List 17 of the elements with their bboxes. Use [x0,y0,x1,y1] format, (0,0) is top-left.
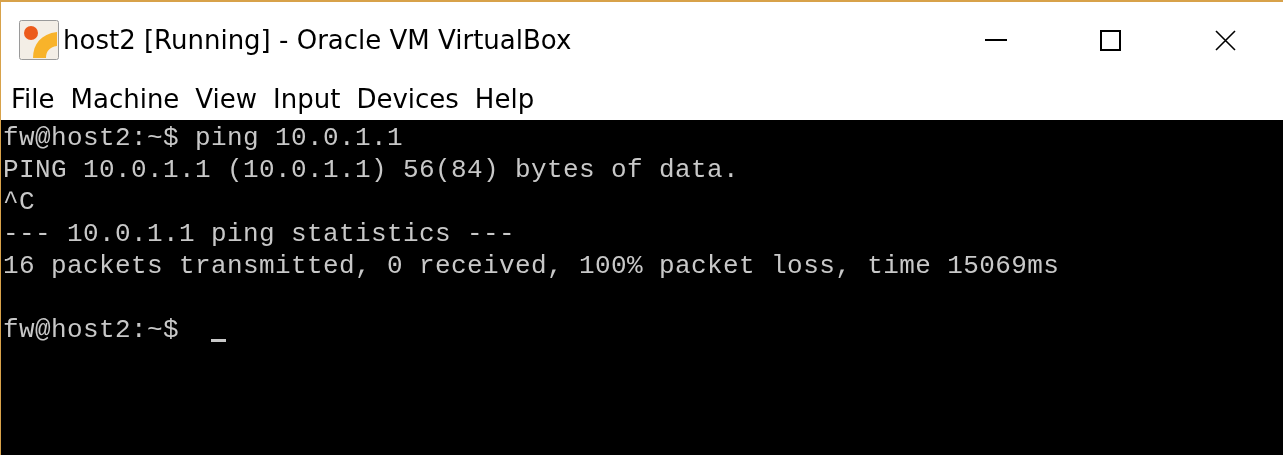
menu-item[interactable]: Devices [348,84,467,114]
menu-item[interactable]: Help [466,84,543,114]
terminal-line: ^C [3,186,35,218]
menu-item[interactable]: File [3,84,63,114]
window-title: host2 [Running] - Oracle VM VirtualBox [63,25,573,55]
close-icon [1215,29,1236,51]
terminal-line: fw@host2:~$ [3,314,181,346]
app-icon [19,20,59,60]
terminal-line: PING 10.0.1.1 (10.0.1.1) 56(84) bytes of data. [3,154,740,186]
menu-item[interactable]: View [187,84,266,114]
menu-item[interactable]: Machine [62,84,188,114]
terminal-line: 16 packets transmitted, 0 received, 100% packet loss, time 15069ms [3,250,1060,282]
menu-item[interactable]: Input [265,84,349,114]
terminal-line: fw@host2:~$ ping 10.0.1.1 [3,122,404,154]
maximize-icon [1100,29,1121,51]
terminal-line: --- 10.0.1.1 ping statistics --- [3,218,516,250]
minimize-icon [984,38,1007,42]
